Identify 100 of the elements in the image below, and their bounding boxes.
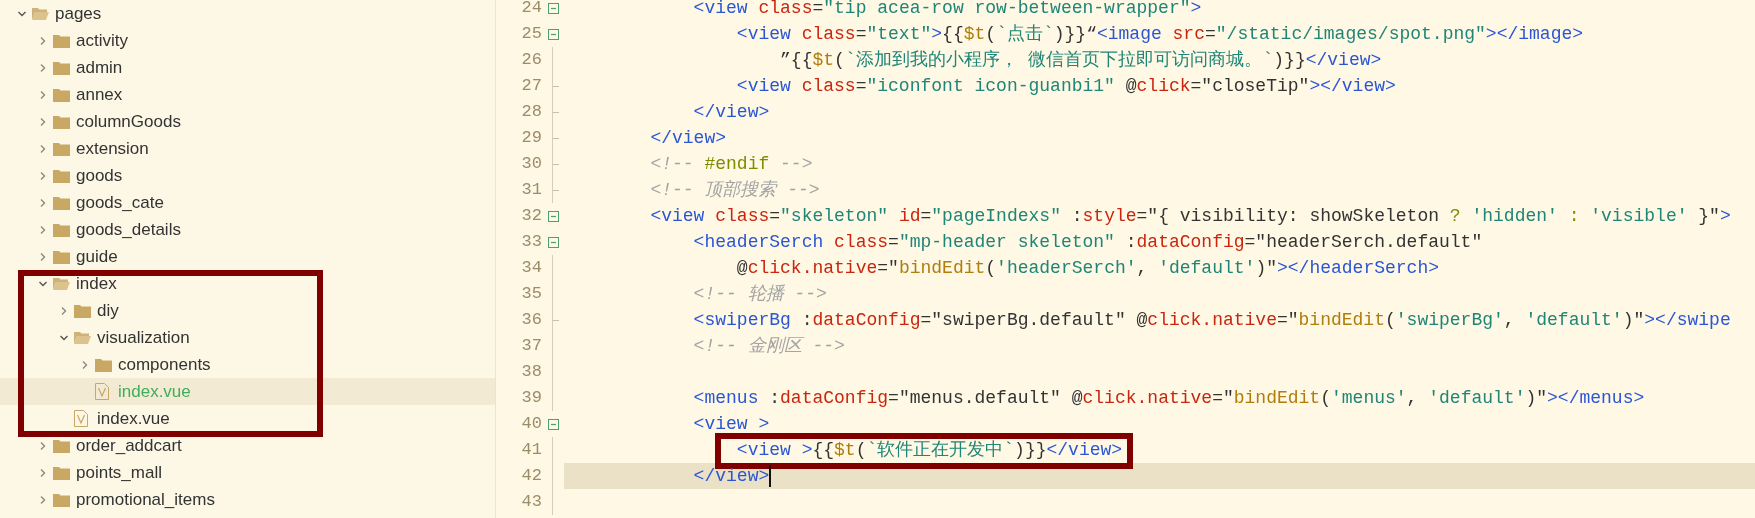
folder-icon [53,114,70,129]
folder-row[interactable]: guide [0,243,495,270]
folder-icon [53,438,70,453]
tree-item-label: diy [97,299,119,322]
code-line: <swiperBg :dataConfig="swiperBg.default" @click.native="bindEdit('swiperBg', 'default')"></swipe [692,308,1732,332]
code-line: <!-- 轮播 --> [692,282,828,306]
file-row[interactable]: index.vue [0,405,495,432]
folder-icon [53,168,70,183]
folder-row[interactable]: points_mall [0,459,495,486]
folder-icon [32,6,49,21]
folder-icon [53,465,70,480]
tree-item-label: guide [76,245,118,268]
folder-icon [53,141,70,156]
code-line: @click.native="bindEdit('headerSerch', 'default')"></headerSerch> [735,256,1441,280]
line-number: 37 [520,335,542,358]
chevron-right-icon[interactable] [59,305,69,316]
folder-icon [53,33,70,48]
chevron-right-icon[interactable] [38,143,48,154]
code-line: <view > [692,412,771,436]
tree-item-label: goods [76,164,123,187]
line-number: 26 [520,49,542,72]
folder-icon [74,303,91,318]
line-number: 38 [520,361,542,384]
line-number: 36 [520,309,542,332]
folder-row[interactable]: visualization [0,324,495,351]
code-line: <menus :dataConfig="menus.default" @click.native="bindEdit('menus', 'default')"></menus> [692,386,1646,410]
code-line: ”{{$t(`添加到我的小程序， 微信首页下拉即可访问商城。`)}}</view> [779,48,1383,72]
folder-icon [95,357,112,372]
tree-item-label: promotional_items [76,488,215,511]
tree-item-label: points_mall [76,461,162,484]
chevron-right-icon[interactable] [38,170,48,181]
line-number: 41 [520,439,542,462]
code-line: <!-- 金刚区 --> [692,334,846,358]
line-number: 27 [520,75,542,98]
file-icon [95,383,109,400]
line-number: 29 [520,127,542,150]
tree-item-label: goods_details [76,218,181,241]
code-line: </view> [692,100,771,124]
code-line: <headerSerch class="mp-header skeleton" :dataConfig="headerSerch.default" [692,230,1484,254]
tree-item-label: extension [76,137,149,160]
chevron-right-icon[interactable] [38,251,48,262]
folder-row[interactable]: promotional_items [0,486,495,513]
tree-item-label: goods_cate [76,191,164,214]
tree-item-label: index.vue [97,407,170,430]
line-number: 35 [520,283,542,306]
chevron-right-icon[interactable] [38,35,48,46]
folder-icon [53,249,70,264]
code-line: <view class="text">{{$t(`点击`)}}“<image src="/static/images/spot.png"></image> [735,22,1585,46]
folder-row[interactable]: extension [0,135,495,162]
folder-row[interactable]: columnGoods [0,108,495,135]
line-number: 42 [520,465,542,488]
chevron-right-icon[interactable] [38,224,48,235]
line-number: 43 [520,491,542,514]
code-line: </view> [649,126,728,150]
chevron-right-icon[interactable] [38,116,48,127]
code-line: <view class="tip acea-row row-between-wrapper"> [692,0,1203,20]
chevron-right-icon[interactable] [38,89,48,100]
chevron-right-icon[interactable] [38,197,48,208]
folder-icon [53,222,70,237]
folder-icon [53,195,70,210]
chevron-right-icon[interactable] [80,359,90,370]
folder-row[interactable]: diy [0,297,495,324]
line-number: 31 [520,179,542,202]
line-number: 33 [520,231,542,254]
chevron-right-icon[interactable] [38,440,48,451]
folder-row[interactable]: components [0,351,495,378]
folder-row[interactable]: annex [0,81,495,108]
line-number: 28 [520,101,542,124]
folder-row[interactable]: admin [0,54,495,81]
tree-item-label: visualization [97,326,190,349]
folder-row[interactable]: index [0,270,495,297]
tree-item-label: pages [55,2,102,25]
folder-row[interactable]: order_addcart [0,432,495,459]
tree-item-label: index [76,272,117,295]
tree-item-label: annex [76,83,123,106]
folder-row[interactable]: goods_details [0,216,495,243]
chevron-right-icon[interactable] [38,494,48,505]
code-line: <view >{{$t(`软件正在开发中`)}}</view> [564,437,1755,463]
tree-item-label: admin [76,56,123,79]
code-line: <!-- #endif --> [649,152,814,176]
folder-row[interactable]: activity [0,27,495,54]
chevron-right-icon[interactable] [38,467,48,478]
file-icon [74,410,88,427]
folder-icon [53,87,70,102]
folder-row[interactable]: pages [0,0,495,27]
code-line: <!-- 顶部搜索 --> [649,178,821,202]
folder-row[interactable]: goods_cate [0,189,495,216]
chevron-right-icon[interactable] [38,62,48,73]
tree-item-label: index.vue [118,380,191,403]
folder-row[interactable]: goods [0,162,495,189]
line-number: 30 [520,153,542,176]
line-number: 39 [520,387,542,410]
folder-icon [53,276,70,291]
tree-item-label: columnGoods [76,110,181,133]
line-number: 32 [520,205,542,228]
tree-item-label: order_addcart [76,434,182,457]
code-line: <view class="skeleton" id="pageIndexs" :style="{ visibility: showSkeleton ? 'hidden' : 'visible' }"> [649,204,1732,228]
line-number: 34 [520,257,542,280]
line-number: 25 [520,23,542,46]
line-number: 40 [520,413,542,436]
